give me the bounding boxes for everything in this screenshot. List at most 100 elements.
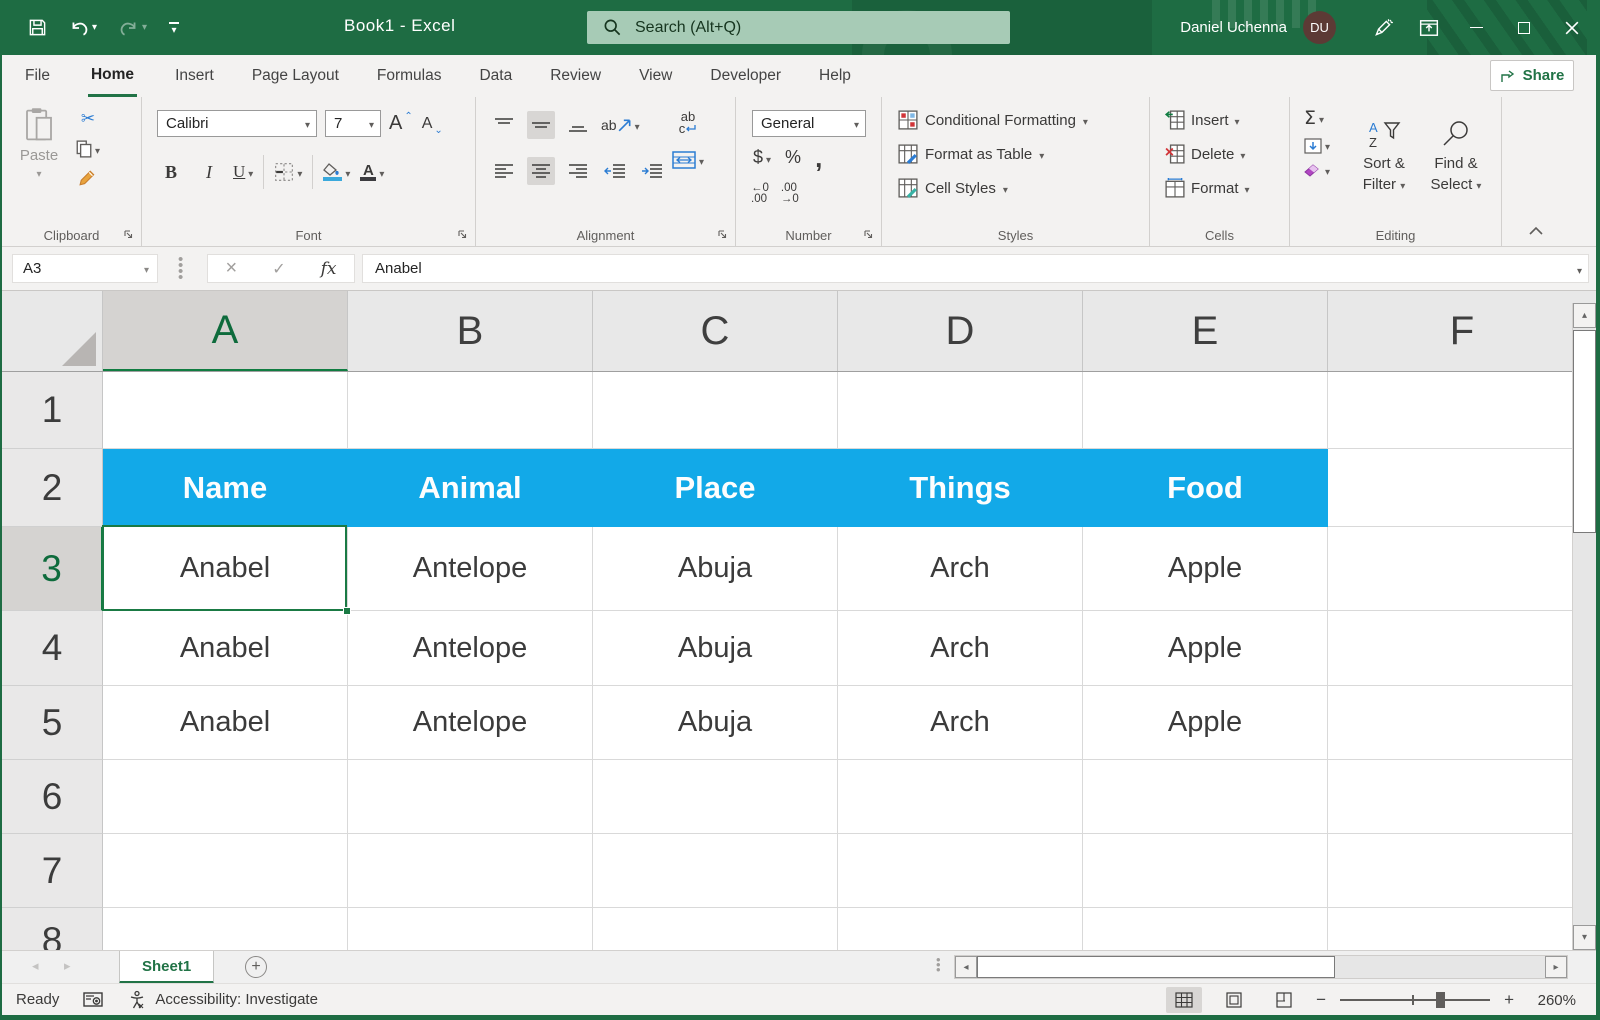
- tab-insert[interactable]: Insert: [156, 55, 233, 97]
- new-sheet-button[interactable]: +: [245, 956, 267, 978]
- cell-C3[interactable]: Abuja: [593, 527, 838, 611]
- increase-indent-button[interactable]: [638, 157, 666, 185]
- cell-E4[interactable]: Apple: [1083, 611, 1328, 686]
- fill-handle[interactable]: [343, 607, 351, 615]
- underline-button[interactable]: U: [233, 162, 253, 182]
- zoom-slider-thumb[interactable]: [1436, 992, 1445, 1008]
- pen-sparkle-icon[interactable]: [1360, 0, 1406, 55]
- cell-F5[interactable]: [1328, 686, 1596, 760]
- italic-button[interactable]: I: [195, 158, 223, 186]
- orientation-button[interactable]: ab: [601, 117, 640, 134]
- comma-style-button[interactable]: ,: [815, 151, 822, 165]
- accessibility-status[interactable]: Accessibility: Investigate: [127, 990, 318, 1010]
- cell-A2[interactable]: Name: [103, 449, 348, 527]
- align-top-button[interactable]: [490, 111, 518, 139]
- wrap-text-button[interactable]: ab c: [679, 111, 698, 135]
- cell-A3-selected[interactable]: Anabel: [103, 527, 348, 611]
- cell-D5[interactable]: Arch: [838, 686, 1083, 760]
- row-header-8[interactable]: 8: [2, 908, 103, 950]
- cell-E5[interactable]: Apple: [1083, 686, 1328, 760]
- cell-D3[interactable]: Arch: [838, 527, 1083, 611]
- customize-quick-access-icon[interactable]: [169, 22, 179, 33]
- column-header-e[interactable]: E: [1083, 291, 1328, 371]
- accounting-format-button[interactable]: $: [753, 147, 771, 168]
- cell-B8[interactable]: [348, 908, 593, 950]
- maximize-button[interactable]: [1500, 0, 1548, 55]
- vertical-scrollbar[interactable]: ▴ ▾: [1572, 303, 1596, 950]
- scroll-up-icon[interactable]: ▴: [1573, 303, 1596, 328]
- name-box[interactable]: A3: [12, 254, 158, 283]
- tab-developer[interactable]: Developer: [691, 55, 800, 97]
- zoom-in-button[interactable]: +: [1504, 990, 1514, 1010]
- cell-B3[interactable]: Antelope: [348, 527, 593, 611]
- cell-E1[interactable]: [1083, 372, 1328, 449]
- row-header-2[interactable]: 2: [2, 449, 103, 527]
- alignment-dialog-launcher[interactable]: [716, 228, 728, 240]
- autosum-button[interactable]: Σ: [1304, 107, 1330, 129]
- minimize-button[interactable]: [1452, 0, 1500, 55]
- align-bottom-button[interactable]: [564, 111, 592, 139]
- insert-cells-button[interactable]: Insert: [1165, 110, 1240, 130]
- cell-A8[interactable]: [103, 908, 348, 950]
- font-size-select[interactable]: 7: [325, 110, 381, 137]
- column-header-a[interactable]: A: [103, 291, 348, 371]
- sort-filter-button[interactable]: AZ Sort & Filter: [1352, 109, 1416, 197]
- conditional-formatting-button[interactable]: Conditional Formatting: [898, 110, 1088, 130]
- tab-help[interactable]: Help: [800, 55, 870, 97]
- cell-B5[interactable]: Antelope: [348, 686, 593, 760]
- cell-B1[interactable]: [348, 372, 593, 449]
- row-header-7[interactable]: 7: [2, 834, 103, 908]
- fill-color-button[interactable]: [323, 163, 350, 181]
- align-left-button[interactable]: [490, 157, 518, 185]
- cell-A6[interactable]: [103, 760, 348, 834]
- align-center-button[interactable]: [527, 157, 555, 185]
- sheet-tab-sheet1[interactable]: Sheet1: [119, 951, 214, 984]
- percent-style-button[interactable]: %: [785, 147, 801, 168]
- save-icon[interactable]: [28, 18, 47, 37]
- user-name[interactable]: Daniel Uchenna: [1180, 19, 1287, 36]
- tab-page-layout[interactable]: Page Layout: [233, 55, 358, 97]
- cell-E3[interactable]: Apple: [1083, 527, 1328, 611]
- normal-view-button[interactable]: [1166, 987, 1202, 1013]
- row-header-5[interactable]: 5: [2, 686, 103, 760]
- cell-C5[interactable]: Abuja: [593, 686, 838, 760]
- bold-button[interactable]: B: [157, 158, 185, 186]
- find-select-button[interactable]: Find & Select: [1424, 109, 1488, 197]
- cell-C8[interactable]: [593, 908, 838, 950]
- paste-button[interactable]: Paste: [15, 107, 63, 181]
- cell-C7[interactable]: [593, 834, 838, 908]
- cell-D1[interactable]: [838, 372, 1083, 449]
- cell-D6[interactable]: [838, 760, 1083, 834]
- cell-C4[interactable]: Abuja: [593, 611, 838, 686]
- cell-E2[interactable]: Food: [1083, 449, 1328, 527]
- font-family-select[interactable]: Calibri: [157, 110, 317, 137]
- scroll-down-icon[interactable]: ▾: [1573, 925, 1596, 950]
- horizontal-scrollbar-thumb[interactable]: [977, 956, 1335, 978]
- decrease-decimal-button[interactable]: .00 →0: [781, 183, 799, 205]
- cell-F1[interactable]: [1328, 372, 1596, 449]
- cell-C1[interactable]: [593, 372, 838, 449]
- tab-file[interactable]: File: [6, 55, 69, 97]
- cell-B6[interactable]: [348, 760, 593, 834]
- fill-button[interactable]: [1304, 137, 1330, 154]
- increase-font-size-button[interactable]: A⌃: [389, 112, 414, 135]
- page-break-preview-button[interactable]: [1266, 987, 1302, 1013]
- cell-A1[interactable]: [103, 372, 348, 449]
- borders-button[interactable]: [274, 162, 302, 182]
- font-dialog-launcher[interactable]: [456, 228, 468, 240]
- column-header-d[interactable]: D: [838, 291, 1083, 371]
- decrease-font-size-button[interactable]: A⌄: [422, 115, 444, 133]
- cell-E6[interactable]: [1083, 760, 1328, 834]
- cell-styles-button[interactable]: Cell Styles: [898, 178, 1008, 198]
- tab-view[interactable]: View: [620, 55, 691, 97]
- column-header-b[interactable]: B: [348, 291, 593, 371]
- delete-cells-button[interactable]: Delete: [1165, 144, 1245, 164]
- format-painter-icon[interactable]: [76, 169, 100, 187]
- cell-F8[interactable]: [1328, 908, 1596, 950]
- expand-formula-bar-button[interactable]: [1577, 261, 1582, 279]
- cell-F7[interactable]: [1328, 834, 1596, 908]
- cell-D2[interactable]: Things: [838, 449, 1083, 527]
- format-cells-button[interactable]: Format: [1165, 178, 1250, 198]
- cell-F6[interactable]: [1328, 760, 1596, 834]
- cell-B7[interactable]: [348, 834, 593, 908]
